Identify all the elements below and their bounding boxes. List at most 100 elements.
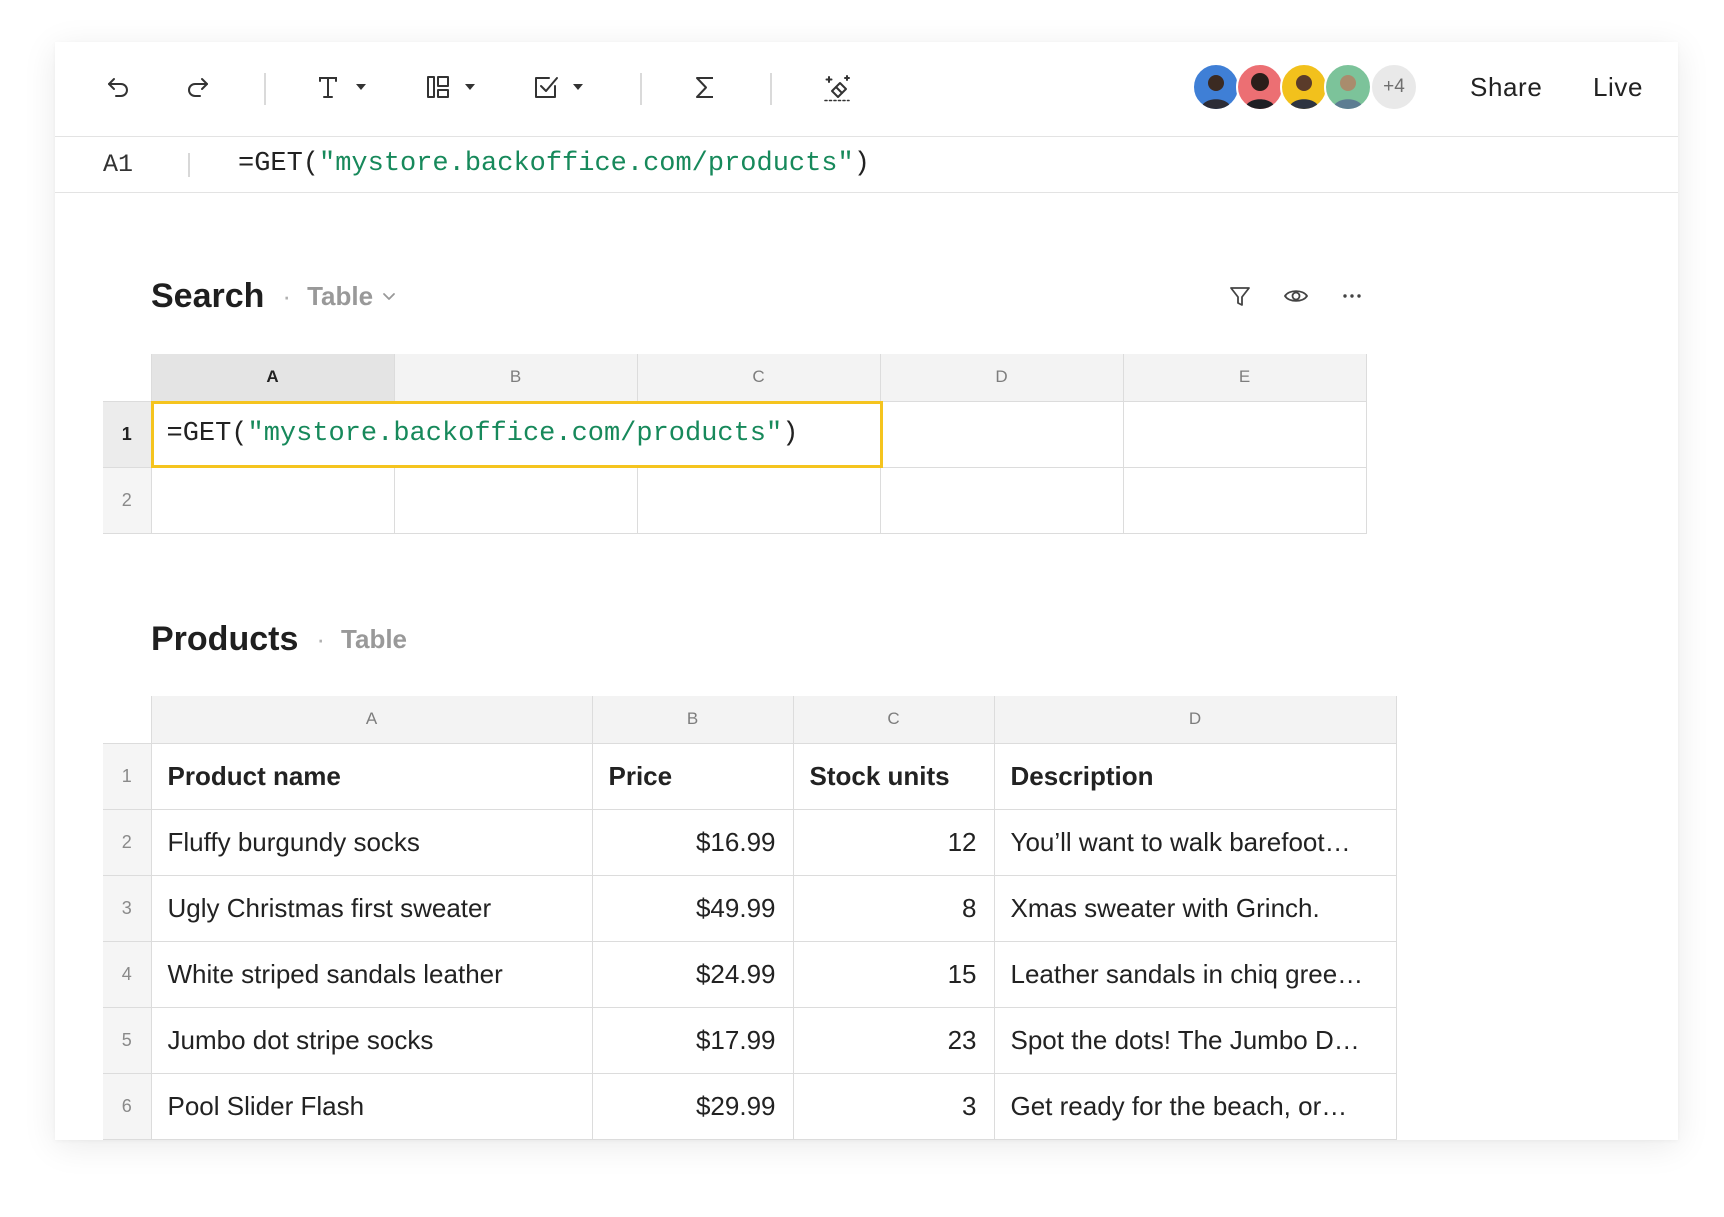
stock-units-cell[interactable]: 8 [792, 874, 995, 942]
avatar[interactable] [1192, 63, 1240, 111]
cell-c2[interactable] [636, 466, 881, 534]
description-cell[interactable]: You’ll want to walk barefoot… [993, 808, 1397, 876]
description-cell[interactable]: Xmas sweater with Grinch. [993, 874, 1397, 942]
stock-units-cell[interactable]: 15 [792, 940, 995, 1008]
search-section-header: Search · Table [151, 272, 396, 320]
checkbox-dropdown[interactable] [531, 72, 584, 102]
row-header-1[interactable]: 1 [103, 742, 152, 810]
text-format-icon [319, 77, 337, 98]
formula-close-paren: ) [853, 149, 870, 179]
avatar[interactable] [1324, 63, 1372, 111]
selected-cell-editor[interactable]: =GET("mystore.backoffice.com/products") [150, 400, 883, 468]
column-header-b[interactable]: B [591, 696, 794, 744]
description-header[interactable]: Description [993, 742, 1397, 810]
cell-a1[interactable]: =GET("mystore.backoffice.com/products") [150, 400, 883, 468]
description-cell[interactable]: Spot the dots! The Jumbo D… [993, 1006, 1397, 1074]
cell-d2[interactable] [879, 466, 1124, 534]
filter-button[interactable] [1226, 282, 1254, 310]
product-name-cell[interactable]: Ugly Christmas first sweater [150, 874, 593, 942]
redo-button[interactable] [183, 72, 213, 102]
caret-down-icon [356, 84, 366, 90]
stock-units-header[interactable]: Stock units [792, 742, 995, 810]
product-name-cell[interactable]: Pool Slider Flash [150, 1072, 593, 1140]
cell-d1[interactable] [879, 400, 1124, 468]
view-type-dropdown[interactable]: Table [307, 281, 396, 312]
checkbox-icon [535, 77, 558, 98]
live-button[interactable]: Live [1593, 69, 1643, 105]
filter-icon [1230, 287, 1250, 306]
caret-down-icon [465, 84, 475, 90]
row-header-1[interactable]: 1 [103, 400, 152, 468]
clean-up-button[interactable] [820, 72, 852, 102]
column-header-c[interactable]: C [792, 696, 995, 744]
row-header-4[interactable]: 4 [103, 940, 152, 1008]
text-format-dropdown[interactable] [313, 72, 367, 102]
stock-units-cell[interactable]: 23 [792, 1006, 995, 1074]
cell-e2[interactable] [1122, 466, 1367, 534]
column-header-row: A B C D [103, 696, 1397, 744]
formula-bar: A1 =GET("mystore.backoffice.com/products… [55, 137, 1678, 193]
corner-cell [103, 696, 151, 743]
sum-button[interactable] [690, 72, 720, 102]
product-name-header[interactable]: Product name [150, 742, 593, 810]
product-name-cell[interactable]: White striped sandals leather [150, 940, 593, 1008]
avatar[interactable] [1280, 63, 1328, 111]
product-name-cell[interactable]: Jumbo dot stripe socks [150, 1006, 593, 1074]
caret-down-icon [573, 84, 583, 90]
price-cell[interactable]: $24.99 [591, 940, 794, 1008]
row-header-3[interactable]: 3 [103, 874, 152, 942]
column-header-e[interactable]: E [1122, 354, 1367, 402]
row-header-5[interactable]: 5 [103, 1006, 152, 1074]
table-row: 1 =GET("mystore.backoffice.com/products"… [103, 400, 1367, 468]
column-header-a[interactable]: A [150, 354, 395, 402]
avatar[interactable] [1236, 63, 1284, 111]
visibility-button[interactable] [1282, 282, 1310, 310]
section-title: Search [151, 276, 265, 315]
column-header-row: A B C D E [103, 354, 1367, 402]
separator-dot: · [282, 280, 292, 311]
spreadsheet-window: +4 Share Live A1 =GET("mystore.backoffic… [55, 42, 1678, 1140]
table-row: 3 Ugly Christmas first sweater $49.99 8 … [103, 874, 1397, 942]
column-header-a[interactable]: A [150, 696, 593, 744]
formula-input[interactable]: =GET("mystore.backoffice.com/products") [238, 137, 870, 192]
stock-units-cell[interactable]: 12 [792, 808, 995, 876]
price-cell[interactable]: $17.99 [591, 1006, 794, 1074]
price-cell[interactable]: $49.99 [591, 874, 794, 942]
formula-function: =GET( [166, 419, 248, 449]
toolbar-divider [770, 73, 772, 105]
description-cell[interactable]: Leather sandals in chiq gree… [993, 940, 1397, 1008]
formula-close-paren: ) [782, 419, 799, 449]
more-options-button[interactable] [1338, 282, 1366, 310]
layout-dropdown[interactable] [423, 72, 476, 102]
cell-e1[interactable] [1122, 400, 1367, 468]
person-icon [1201, 75, 1231, 109]
corner-cell [103, 354, 151, 401]
price-header[interactable]: Price [591, 742, 794, 810]
cell-reference[interactable]: A1 [103, 137, 133, 192]
column-header-d[interactable]: D [993, 696, 1397, 744]
cell-b2[interactable] [393, 466, 638, 534]
table-row: 4 White striped sandals leather $24.99 1… [103, 940, 1397, 1008]
share-button[interactable]: Share [1470, 69, 1542, 105]
chevron-down-icon [383, 293, 395, 300]
description-cell[interactable]: Get ready for the beach, or… [993, 1072, 1397, 1140]
person-icon [1333, 75, 1363, 109]
person-icon [1289, 75, 1319, 109]
product-name-cell[interactable]: Fluffy burgundy socks [150, 808, 593, 876]
price-cell[interactable]: $29.99 [591, 1072, 794, 1140]
column-header-c[interactable]: C [636, 354, 881, 402]
undo-button[interactable] [103, 72, 133, 102]
price-cell[interactable]: $16.99 [591, 808, 794, 876]
view-type-label[interactable]: Table [341, 624, 407, 655]
more-collaborators-badge[interactable]: +4 [1370, 63, 1418, 111]
column-header-d[interactable]: D [879, 354, 1124, 402]
stock-units-cell[interactable]: 3 [792, 1072, 995, 1140]
toolbar-divider [640, 73, 642, 105]
redo-icon [188, 78, 208, 97]
person-icon [1245, 73, 1275, 109]
column-header-b[interactable]: B [393, 354, 638, 402]
cell-a2[interactable] [150, 466, 395, 534]
row-header-2[interactable]: 2 [103, 808, 152, 876]
row-header-6[interactable]: 6 [103, 1072, 152, 1140]
row-header-2[interactable]: 2 [103, 466, 152, 534]
